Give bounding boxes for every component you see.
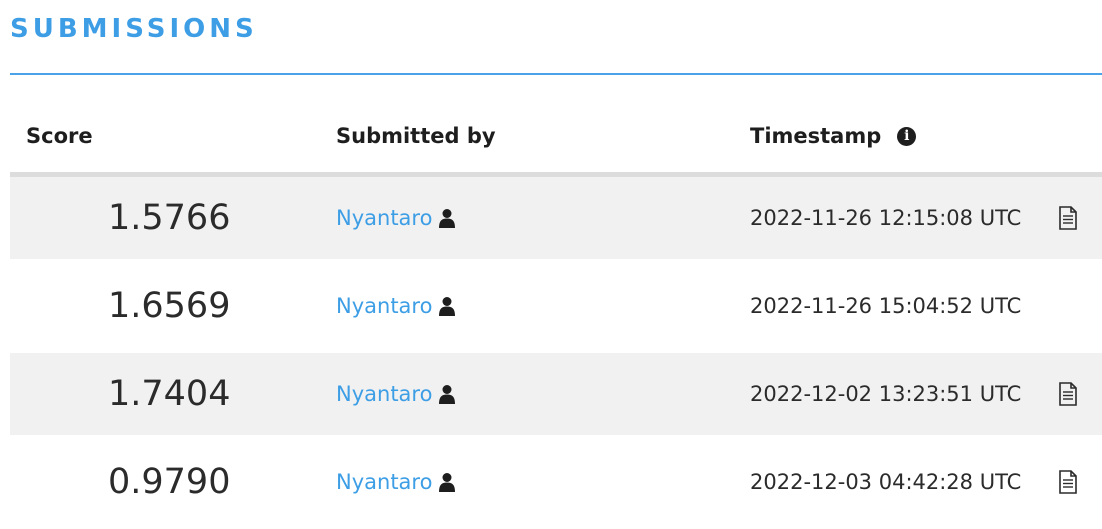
column-header-timestamp[interactable]: Timestamp i <box>750 124 917 148</box>
column-header-timestamp-label: Timestamp <box>750 124 882 148</box>
title-divider <box>10 73 1102 75</box>
submitter: Nyantaro <box>336 206 456 230</box>
timestamp-value: 2022-12-03 04:42:28 UTC <box>750 470 1022 494</box>
table-row: 1.6569 Nyantaro 2022-11-26 15:04:52 UTC <box>10 259 1102 353</box>
user-link[interactable]: Nyantaro <box>336 382 432 406</box>
submitter: Nyantaro <box>336 470 456 494</box>
timestamp-value: 2022-11-26 12:15:08 UTC <box>750 206 1022 230</box>
section-title: SUBMISSIONS <box>10 14 258 44</box>
user-link[interactable]: Nyantaro <box>336 294 432 318</box>
info-icon[interactable]: i <box>897 126 917 146</box>
score-value: 1.6569 <box>108 286 231 326</box>
document-icon[interactable] <box>1058 382 1078 406</box>
table-row: 0.9790 Nyantaro 2022-12-03 04:42:28 UTC <box>10 435 1102 529</box>
score-value: 0.9790 <box>108 462 231 502</box>
person-icon <box>439 473 456 492</box>
timestamp-value: 2022-11-26 15:04:52 UTC <box>750 294 1022 318</box>
user-link[interactable]: Nyantaro <box>336 206 432 230</box>
timestamp-value: 2022-12-02 13:23:51 UTC <box>750 382 1022 406</box>
person-icon <box>439 209 456 228</box>
score-value: 1.5766 <box>108 198 231 238</box>
score-value: 1.7404 <box>108 374 231 414</box>
submitter: Nyantaro <box>336 294 456 318</box>
person-icon <box>439 297 456 316</box>
table-header: Score Submitted by Timestamp i <box>10 100 1102 177</box>
submitter: Nyantaro <box>336 382 456 406</box>
table-row: 1.5766 Nyantaro 2022-11-26 12:15:08 UTC <box>10 177 1102 259</box>
person-icon <box>439 385 456 404</box>
user-link[interactable]: Nyantaro <box>336 470 432 494</box>
document-icon[interactable] <box>1058 470 1078 494</box>
submissions-table: Score Submitted by Timestamp i 1.5766 Ny… <box>10 100 1102 529</box>
column-header-score[interactable]: Score <box>26 124 93 148</box>
column-header-submitted-by[interactable]: Submitted by <box>336 124 496 148</box>
document-icon[interactable] <box>1058 206 1078 230</box>
table-row: 1.7404 Nyantaro 2022-12-02 13:23:51 UTC <box>10 353 1102 435</box>
